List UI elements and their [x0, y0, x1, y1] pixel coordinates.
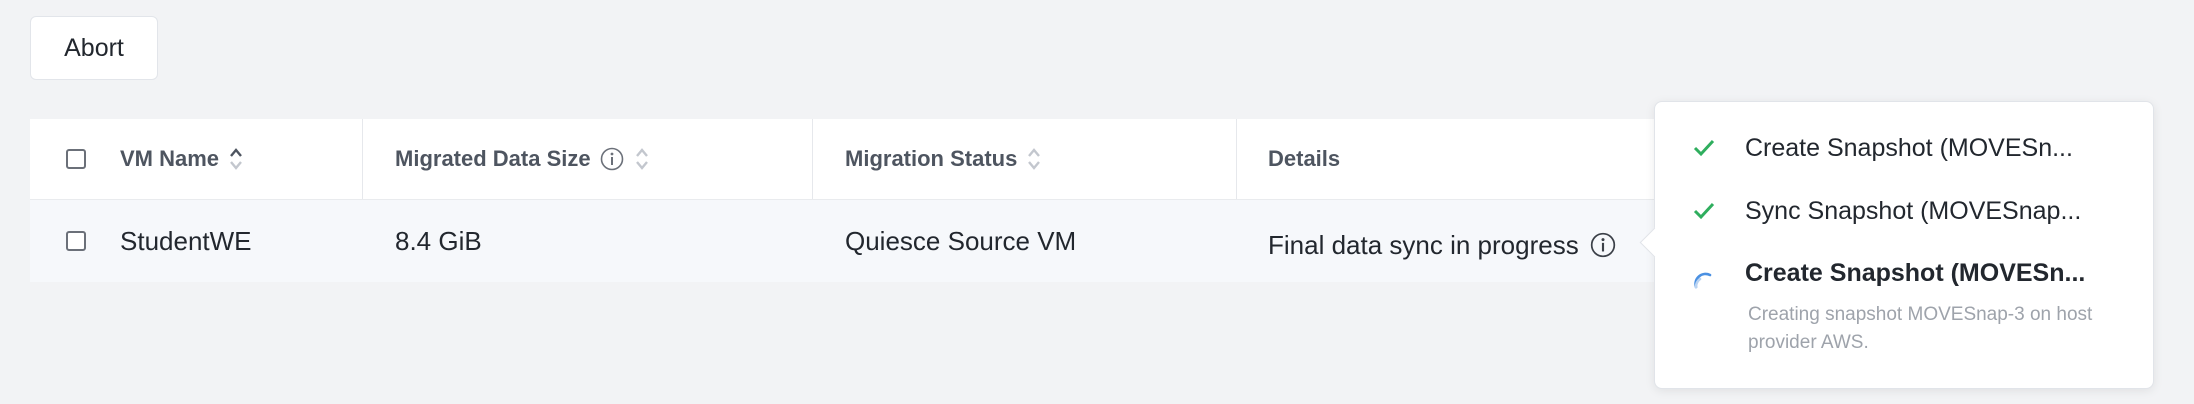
abort-button[interactable]: Abort: [30, 16, 158, 80]
migrated-size-cell: 8.4 GiB: [395, 225, 482, 256]
select-all-checkbox[interactable]: [66, 149, 86, 169]
check-icon: [1693, 202, 1715, 220]
column-header-migrated-size[interactable]: Migrated Data Size: [395, 119, 649, 199]
migration-status-cell: Quiesce Source VM: [845, 225, 1077, 256]
check-icon: [1693, 139, 1715, 157]
row-checkbox[interactable]: [66, 231, 86, 251]
step-description: Creating snapshot MOVESnap-3 on host pro…: [1748, 304, 2093, 353]
vm-name-cell: StudentWE: [120, 225, 252, 256]
sort-icon[interactable]: [229, 146, 243, 172]
table-row[interactable]: StudentWE 8.4 GiB Quiesce Source VM Fina…: [30, 200, 1720, 282]
column-header-details: Details: [1268, 119, 1340, 199]
migration-steps-popover: Create Snapshot (MOVESn... Sync Snapshot…: [1639, 101, 2154, 389]
column-header-vm-name[interactable]: VM Name: [120, 119, 243, 199]
details-cell: Final data sync in progress: [1268, 204, 1617, 286]
table-header: VM Name Migrated Data Size Migration Sta…: [30, 119, 1720, 200]
step-title: Create Snapshot (MOVESn...: [1745, 259, 2086, 287]
migration-table: VM Name Migrated Data Size Migration Sta…: [30, 119, 1720, 282]
sort-icon[interactable]: [1027, 146, 1041, 172]
info-icon[interactable]: [599, 146, 625, 172]
column-label-vm-name: VM Name: [120, 146, 220, 171]
column-label-details: Details: [1268, 146, 1341, 171]
sort-icon[interactable]: [635, 146, 649, 172]
step-title: Sync Snapshot (MOVESnap...: [1745, 197, 2082, 225]
details-text: Final data sync in progress: [1268, 229, 1579, 260]
column-header-migration-status[interactable]: Migration Status: [845, 119, 1041, 199]
spinner-icon: [1694, 272, 1712, 289]
column-label-migration-status: Migration Status: [845, 146, 1018, 171]
info-icon[interactable]: [1589, 231, 1617, 259]
step-title: Create Snapshot (MOVESn...: [1745, 134, 2073, 162]
column-label-migrated-size: Migrated Data Size: [395, 146, 591, 171]
